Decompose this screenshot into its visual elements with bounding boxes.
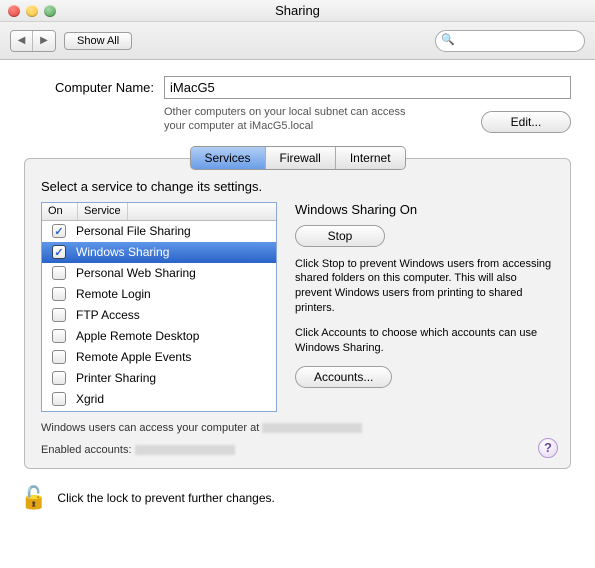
service-row[interactable]: Remote Apple Events (42, 347, 276, 368)
service-checkbox[interactable] (52, 350, 66, 364)
tab-internet[interactable]: Internet (335, 147, 405, 169)
service-row[interactable]: Remote Login (42, 284, 276, 305)
detail-heading: Windows Sharing On (295, 202, 554, 217)
service-label: Xgrid (76, 392, 104, 406)
service-label: Personal Web Sharing (76, 266, 196, 280)
computer-name-field[interactable] (164, 76, 571, 99)
service-checkbox[interactable] (52, 287, 66, 301)
col-on[interactable]: On (42, 203, 78, 220)
service-row[interactable]: Apple Remote Desktop (42, 326, 276, 347)
footer-line1: Windows users can access your computer a… (41, 422, 262, 434)
edit-button[interactable]: Edit... (481, 111, 571, 133)
service-label: Windows Sharing (76, 245, 169, 259)
computer-name-hint: Other computers on your local subnet can… (164, 105, 424, 134)
tab-services[interactable]: Services (190, 147, 264, 169)
service-row[interactable]: Xgrid (42, 389, 276, 410)
service-row[interactable]: Personal Web Sharing (42, 263, 276, 284)
tab-firewall[interactable]: Firewall (264, 147, 334, 169)
service-checkbox[interactable] (52, 266, 66, 280)
zoom-window-icon[interactable] (44, 5, 56, 17)
service-label: Apple Remote Desktop (76, 329, 199, 343)
accounts-hint: Click Accounts to choose which accounts … (295, 326, 554, 356)
services-list: On Service ✓ Personal File Sharing ✓ Window… (41, 202, 277, 412)
accounts-button[interactable]: Accounts... (295, 366, 392, 388)
service-label: Remote Apple Events (76, 350, 191, 364)
col-service[interactable]: Service (78, 203, 128, 220)
stop-button[interactable]: Stop (295, 225, 385, 247)
forward-button[interactable]: ▶ (33, 31, 55, 51)
group-prompt: Select a service to change its settings. (41, 179, 554, 194)
lock-icon[interactable]: 🔓 (20, 485, 47, 511)
service-row[interactable]: Printer Sharing (42, 368, 276, 389)
service-label: Personal File Sharing (76, 224, 191, 238)
search-input[interactable] (435, 30, 585, 52)
service-checkbox[interactable] (52, 329, 66, 343)
lock-text: Click the lock to prevent further change… (57, 491, 274, 505)
footer-line2: Enabled accounts: (41, 444, 132, 456)
service-checkbox[interactable] (52, 371, 66, 385)
service-row[interactable]: ✓ Personal File Sharing (42, 221, 276, 242)
services-group: Services Firewall Internet Select a serv… (24, 158, 571, 469)
computer-name-label: Computer Name: (24, 80, 154, 95)
close-window-icon[interactable] (8, 5, 20, 17)
service-label: FTP Access (76, 308, 140, 322)
service-row[interactable]: ✓ Windows Sharing (42, 242, 276, 263)
back-button[interactable]: ◀ (11, 31, 33, 51)
show-all-button[interactable]: Show All (64, 32, 132, 50)
service-checkbox[interactable] (52, 392, 66, 406)
service-label: Remote Login (76, 287, 151, 301)
redacted-accounts (135, 445, 235, 455)
service-row[interactable]: FTP Access (42, 305, 276, 326)
redacted-address (262, 423, 362, 433)
toolbar: ◀ ▶ Show All (0, 22, 595, 60)
detail-desc: Click Stop to prevent Windows users from… (295, 257, 554, 316)
help-button[interactable]: ? (538, 438, 558, 458)
service-checkbox[interactable] (52, 308, 66, 322)
minimize-window-icon[interactable] (26, 5, 38, 17)
service-checkbox[interactable]: ✓ (52, 245, 66, 259)
service-label: Printer Sharing (76, 371, 156, 385)
window-title: Sharing (0, 3, 595, 18)
service-checkbox[interactable]: ✓ (52, 224, 66, 238)
